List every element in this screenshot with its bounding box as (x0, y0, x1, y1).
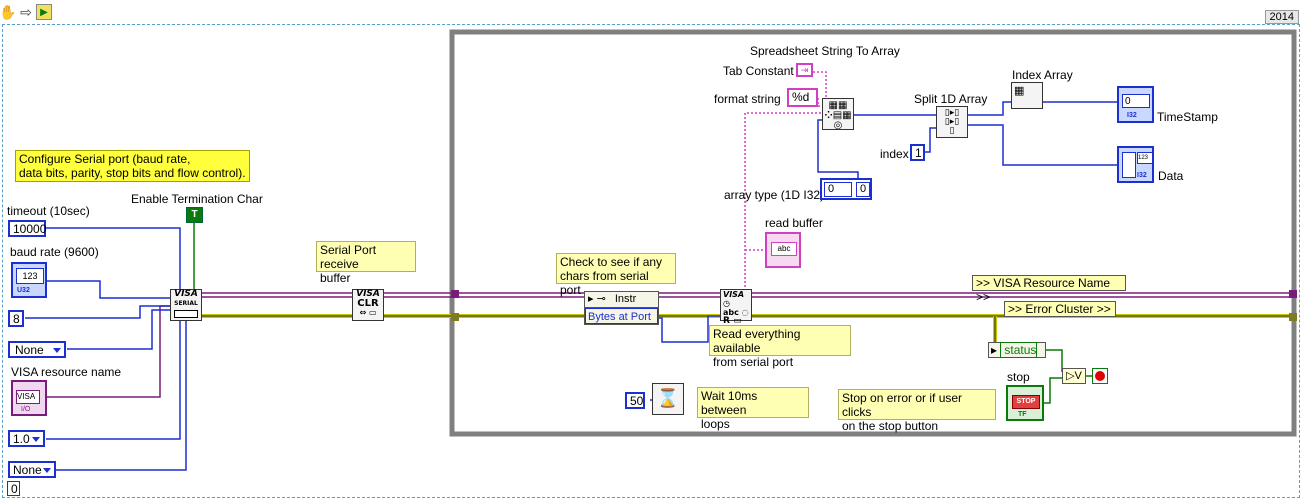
parity-value: None (15, 343, 44, 357)
or-function-icon[interactable]: ▷V (1062, 368, 1086, 384)
io-icon: I/O (21, 406, 31, 413)
property-node[interactable]: ▸ ⊸ Instr Bytes at Port (584, 291, 659, 325)
property-node-class: Instr (614, 293, 637, 305)
data-indicator: 123 I32 (1117, 146, 1154, 183)
visa-configure-serial-icon[interactable]: VISA SERIAL (170, 289, 202, 321)
while-loop-frame (449, 29, 1297, 437)
data-bits-control[interactable]: 8 (8, 310, 24, 327)
stop-bits-control[interactable]: 1.0 (8, 430, 45, 447)
baud-rate-control[interactable]: 123 U32 (11, 262, 47, 298)
true-constant[interactable]: T (186, 207, 203, 223)
array-type-constant[interactable]: 0 0 (820, 178, 872, 200)
label-visa-resource: VISA resource name (11, 365, 122, 379)
comment-read-everything: Read everything available from serial po… (709, 325, 851, 369)
status-element: status (1000, 342, 1038, 358)
wires-layer (25, 29, 1297, 471)
timeout-control[interactable]: 10000 (8, 220, 46, 237)
visa-tunnel-left (451, 290, 459, 298)
stop-bits-value: 1.0 (13, 432, 30, 446)
format-string-constant[interactable]: %d (787, 88, 818, 107)
bottom-zero-const[interactable]: 0 (7, 481, 20, 496)
stop-icon: STOP (1012, 395, 1040, 409)
error-tunnel-right (1289, 313, 1297, 321)
wait-ms-constant[interactable]: 50 (625, 392, 645, 409)
label-tab-constant: Tab Constant (723, 64, 794, 78)
split-1d-array-icon[interactable]: ▯▸▯ ▯▸▯ ▯ (936, 106, 968, 138)
comment-configure: Configure Serial port (baud rate, data b… (15, 150, 250, 182)
comment-wait: Wait 10ms between loops (697, 387, 809, 431)
index-array-icon[interactable]: ▦ (1011, 82, 1043, 109)
label-baud-rate: baud rate (9600) (10, 245, 99, 259)
label-format-string: format string (714, 92, 781, 106)
visa-tunnel-right (1289, 290, 1297, 298)
comment-check-chars: Check to see if any chars from serial po… (556, 253, 676, 297)
label-index-array: Index Array (1012, 68, 1073, 82)
array-index-display: 0 (824, 182, 852, 197)
error-tunnel-left (451, 313, 459, 321)
read-buffer-indicator: abc (765, 232, 801, 268)
array-element-display: 0 (856, 182, 870, 197)
flow-control[interactable]: None (8, 461, 56, 478)
tab-constant[interactable]: ⇥ (796, 63, 813, 77)
u32-icon: U32 (17, 287, 30, 294)
visa-resource-control[interactable]: VISA I/O (11, 380, 47, 416)
i32-icon: I32 (1127, 112, 1137, 119)
timestamp-display: 0 (1122, 94, 1150, 108)
index-constant[interactable]: 1 (910, 144, 925, 161)
visa-read-icon[interactable]: VISA ◷ abc ◌ R ▭ (720, 289, 752, 326)
comment-stop-on-error: Stop on error or if user clicks on the s… (838, 389, 996, 433)
spreadsheet-string-to-array-icon[interactable]: ▦▦ ⁘▤▦ ◎ (822, 98, 854, 131)
parity-control[interactable]: None (8, 341, 66, 358)
label-array-type: array type (1D I32) (724, 188, 825, 202)
visa-display: VISA (16, 390, 40, 404)
bytes-at-port-property[interactable]: Bytes at Port (585, 308, 658, 324)
visa-resource-tag[interactable]: >> VISA Resource Name >> (972, 275, 1126, 304)
flow-value: None (13, 463, 42, 477)
label-read-buffer: read buffer (765, 216, 823, 230)
label-index: index (880, 147, 909, 161)
label-data: Data (1158, 169, 1184, 183)
stop-button-terminal[interactable]: STOP TF (1006, 385, 1044, 421)
unbundle-icon: ▸ (991, 343, 998, 357)
unbundle-status[interactable]: ▸ status (988, 342, 1046, 358)
loop-condition-stop-icon[interactable] (1092, 368, 1108, 384)
wait-ms-icon[interactable]: ⌛ (652, 383, 684, 415)
label-enable-termination: Enable Termination Char (131, 192, 263, 206)
comment-receive-buffer: Serial Port receive buffer (316, 241, 416, 285)
timestamp-indicator: 0 I32 (1117, 86, 1154, 123)
label-stop: stop (1007, 370, 1030, 384)
array-icon (1122, 152, 1136, 178)
numeric-display: 123 (16, 268, 44, 284)
tf-icon: TF (1018, 411, 1027, 418)
visa-clear-icon[interactable]: VISA CLR ⇔ ▭ (352, 289, 384, 321)
data-i32-icon: I32 (1137, 172, 1147, 179)
label-split: Split 1D Array (914, 92, 988, 106)
property-node-icon: ▸ ⊸ (588, 293, 606, 305)
data-numeric-display: 123 (1137, 152, 1153, 164)
label-timestamp: TimeStamp (1157, 110, 1218, 124)
error-cluster-tag[interactable]: >> Error Cluster >> (1004, 301, 1116, 317)
label-spreadsheet: Spreadsheet String To Array (750, 44, 900, 58)
label-timeout: timeout (10sec) (7, 204, 90, 218)
